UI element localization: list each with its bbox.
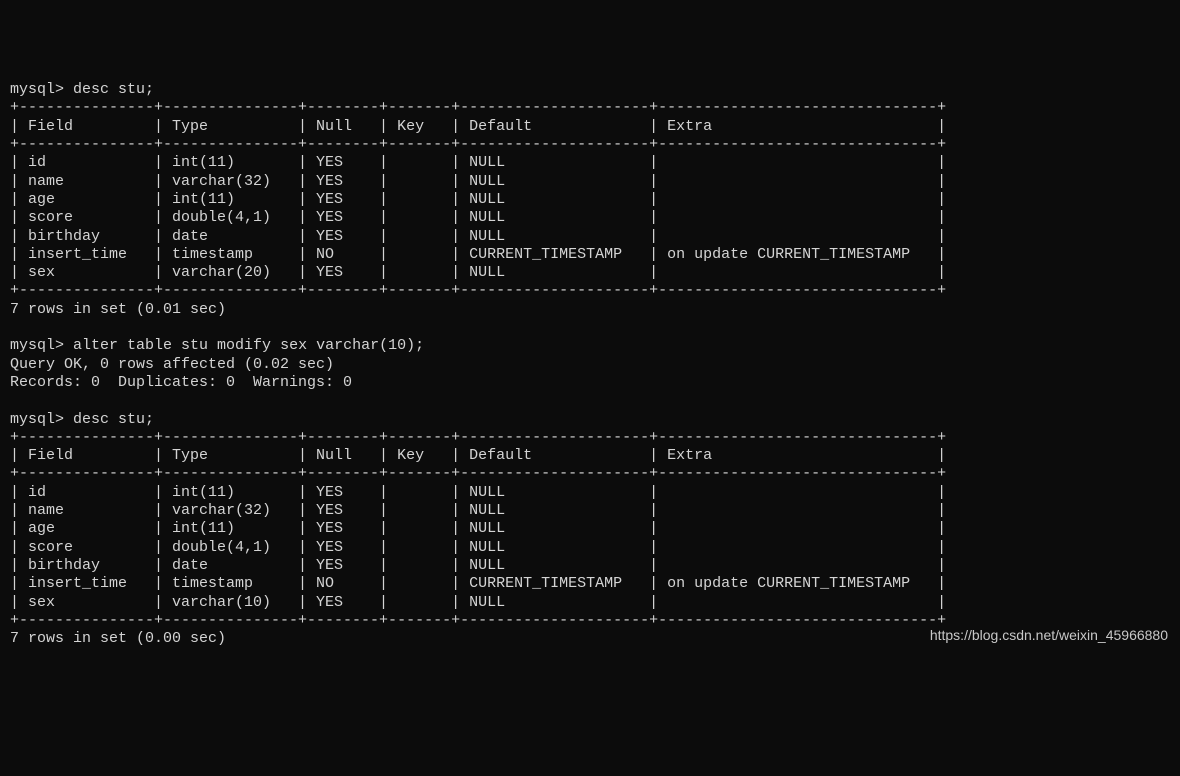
- terminal-output: mysql> desc stu; +---------------+------…: [10, 81, 1170, 648]
- prompt: mysql>: [10, 81, 64, 98]
- prompt: mysql>: [10, 337, 64, 354]
- result-summary-1: 7 rows in set (0.01 sec): [10, 301, 226, 318]
- command-desc-stu-2: desc stu;: [73, 411, 154, 428]
- result-summary-2: 7 rows in set (0.00 sec): [10, 630, 226, 647]
- desc-table-1: +---------------+---------------+-------…: [10, 99, 946, 299]
- query-ok-line: Query OK, 0 rows affected (0.02 sec): [10, 356, 334, 373]
- command-desc-stu-1: desc stu;: [73, 81, 154, 98]
- command-alter-table: alter table stu modify sex varchar(10);: [73, 337, 424, 354]
- desc-table-2: +---------------+---------------+-------…: [10, 429, 946, 629]
- records-line: Records: 0 Duplicates: 0 Warnings: 0: [10, 374, 352, 391]
- watermark: https://blog.csdn.net/weixin_45966880: [930, 627, 1168, 644]
- prompt: mysql>: [10, 411, 64, 428]
